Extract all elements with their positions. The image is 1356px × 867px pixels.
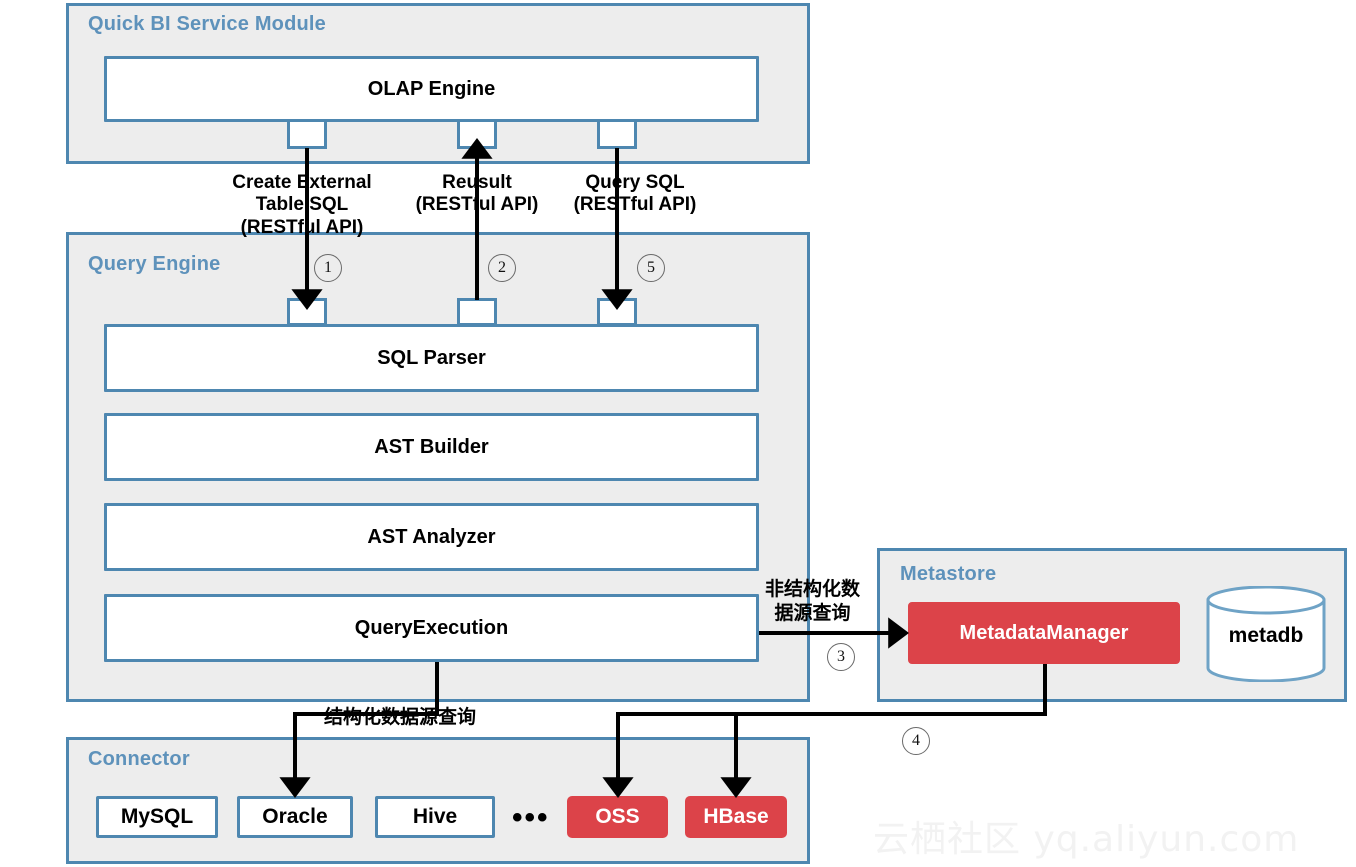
- edge-label-create-external-table-sql: Create External Table SQL (RESTful API): [232, 172, 372, 238]
- panel-title-quick-bi: Quick BI Service Module: [88, 13, 327, 35]
- step-badge-4: 4: [902, 727, 930, 755]
- port-olap-query-sql: [597, 119, 637, 149]
- architecture-diagram: Quick BI Service Module OLAP Engine Quer…: [0, 0, 1356, 867]
- cylinder-metadb-label: metadb: [1228, 624, 1304, 647]
- port-qe-create-table: [287, 298, 327, 326]
- port-olap-result: [457, 119, 497, 149]
- edge-label-structured-datasource-query: 结构化数据源查询: [323, 706, 476, 728]
- panel-title-connector: Connector: [88, 748, 190, 770]
- box-metadata-manager[interactable]: MetadataManager: [908, 602, 1180, 664]
- watermark: 云栖社区 yq.aliyun.com: [873, 819, 1300, 860]
- step-badge-2: 2: [488, 254, 516, 282]
- port-qe-query-sql: [597, 298, 637, 326]
- panel-title-query-engine: Query Engine: [88, 253, 221, 275]
- box-sql-parser[interactable]: SQL Parser: [104, 324, 759, 392]
- box-query-execution[interactable]: QueryExecution: [104, 594, 759, 662]
- step-badge-3: 3: [827, 643, 855, 671]
- port-qe-result: [457, 298, 497, 326]
- connector-item-oracle[interactable]: Oracle: [237, 796, 353, 838]
- edge-label-result: Reusult (RESTful API): [415, 172, 539, 216]
- panel-title-metastore: Metastore: [900, 563, 997, 585]
- connector-item-hive[interactable]: Hive: [375, 796, 495, 838]
- step-badge-5: 5: [637, 254, 665, 282]
- connector-item-more-ellipsis: •••: [512, 801, 550, 834]
- edge-label-query-sql: Query SQL (RESTful API): [573, 172, 697, 216]
- connector-item-oss[interactable]: OSS: [567, 796, 668, 838]
- step-badge-1: 1: [314, 254, 342, 282]
- box-olap-engine[interactable]: OLAP Engine: [104, 56, 759, 122]
- edge-label-unstructured-datasource-query: 非结构化数 据源查询: [764, 578, 860, 624]
- connector-item-mysql[interactable]: MySQL: [96, 796, 218, 838]
- box-ast-analyzer[interactable]: AST Analyzer: [104, 503, 759, 571]
- cylinder-metadb[interactable]: metadb: [1205, 585, 1327, 683]
- port-olap-create-table: [287, 119, 327, 149]
- connector-item-hbase[interactable]: HBase: [685, 796, 787, 838]
- box-ast-builder[interactable]: AST Builder: [104, 413, 759, 481]
